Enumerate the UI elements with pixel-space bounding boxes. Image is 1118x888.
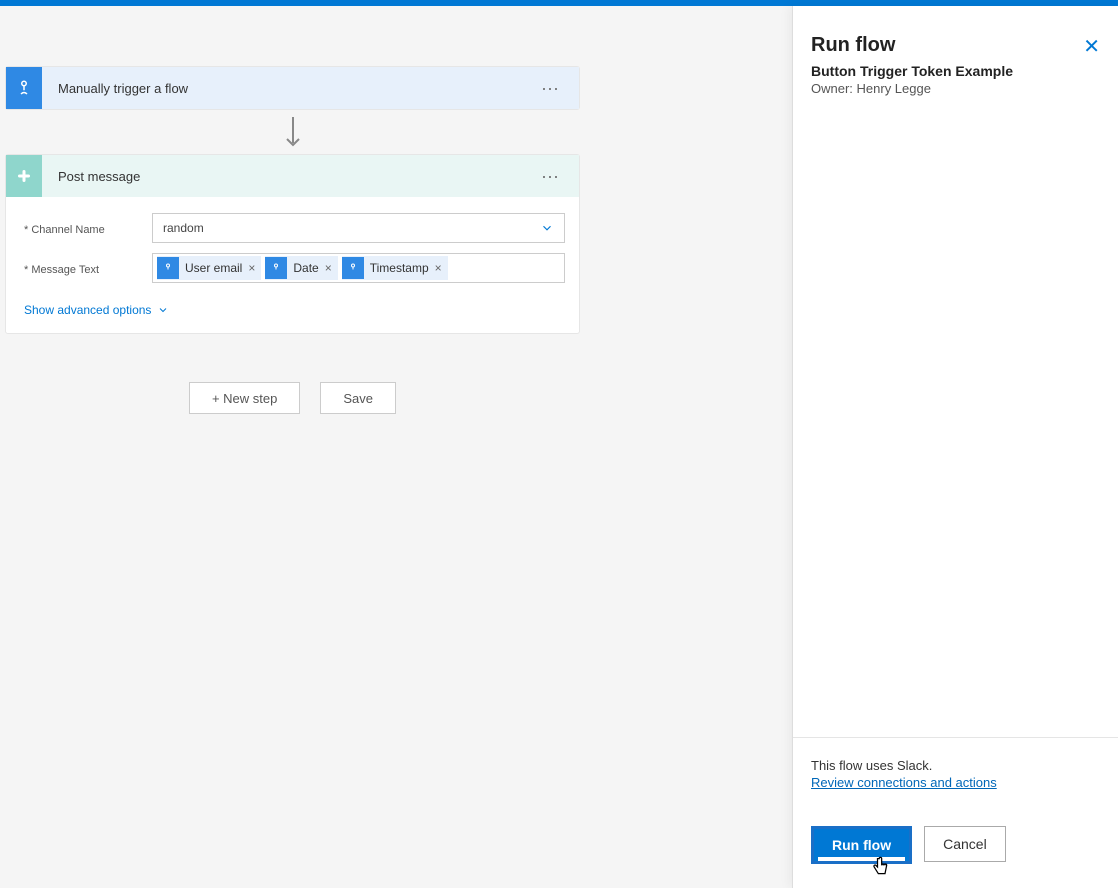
panel-buttons: Run flow Cancel (811, 826, 1100, 864)
panel-title: Run flow (811, 34, 1100, 57)
close-icon[interactable]: × (248, 261, 255, 275)
token-user-email[interactable]: User email × (157, 256, 261, 280)
slack-icon (6, 155, 42, 197)
flow-canvas: Manually trigger a flow ··· Post message (0, 6, 585, 414)
message-label: * Message Text (24, 260, 152, 276)
save-button[interactable]: Save (320, 382, 396, 414)
canvas-footer-buttons: + New step Save (5, 382, 580, 414)
action-header[interactable]: Post message ··· (6, 155, 579, 197)
channel-dropdown[interactable]: random (152, 213, 565, 243)
token-icon (157, 257, 179, 279)
token-timestamp[interactable]: Timestamp × (342, 256, 448, 280)
main-area: Manually trigger a flow ··· Post message (0, 6, 1118, 888)
panel-body (793, 106, 1118, 737)
panel-footer: This flow uses Slack. Review connections… (793, 737, 1118, 888)
chevron-down-icon (157, 304, 169, 316)
panel-footer-text: This flow uses Slack. (811, 758, 1100, 773)
trigger-touch-icon (6, 67, 42, 109)
message-token-field[interactable]: User email × Date × (152, 253, 565, 283)
token-icon (265, 257, 287, 279)
action-title: Post message (42, 169, 531, 184)
trigger-title: Manually trigger a flow (42, 81, 531, 96)
token-date[interactable]: Date × (265, 256, 337, 280)
channel-row: * Channel Name random (24, 213, 565, 243)
cancel-button[interactable]: Cancel (924, 826, 1006, 862)
close-icon[interactable]: × (325, 261, 332, 275)
review-connections-link[interactable]: Review connections and actions (811, 775, 997, 790)
channel-label: * Channel Name (24, 220, 152, 236)
trigger-header[interactable]: Manually trigger a flow ··· (6, 67, 579, 109)
panel-subtitle: Button Trigger Token Example (811, 63, 1100, 79)
show-advanced-options[interactable]: Show advanced options (24, 303, 565, 317)
token-icon (342, 257, 364, 279)
message-row: * Message Text User email × (24, 253, 565, 283)
token-label: User email (185, 261, 242, 275)
action-body: * Channel Name random * Message Text (6, 197, 579, 333)
panel-owner: Owner: Henry Legge (811, 81, 1100, 96)
action-card[interactable]: Post message ··· * Channel Name random (5, 154, 580, 334)
action-more-icon[interactable]: ··· (531, 166, 569, 187)
advanced-label: Show advanced options (24, 303, 151, 317)
close-icon[interactable]: ✕ (1083, 34, 1100, 59)
token-label: Timestamp (370, 261, 429, 275)
chevron-down-icon (540, 221, 554, 235)
flow-arrow (5, 110, 580, 154)
token-label: Date (293, 261, 318, 275)
run-flow-button[interactable]: Run flow (811, 826, 912, 864)
run-flow-panel: Run flow Button Trigger Token Example Ow… (792, 6, 1118, 888)
trigger-more-icon[interactable]: ··· (531, 78, 569, 99)
channel-value: random (163, 221, 204, 235)
trigger-card[interactable]: Manually trigger a flow ··· (5, 66, 580, 110)
new-step-button[interactable]: + New step (189, 382, 300, 414)
panel-header: Run flow Button Trigger Token Example Ow… (793, 6, 1118, 106)
close-icon[interactable]: × (435, 261, 442, 275)
